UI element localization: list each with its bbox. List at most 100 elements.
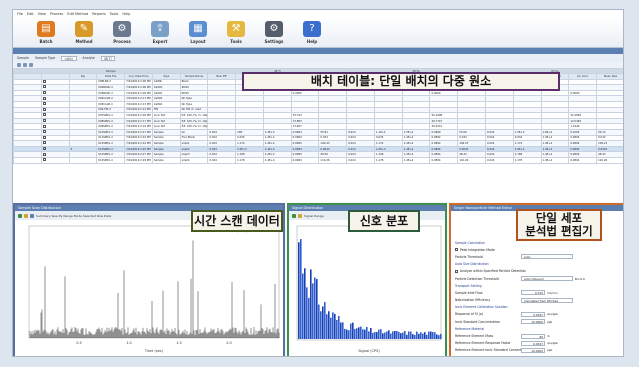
editor-row: Reference Material [451, 325, 623, 332]
editor-value-field[interactable]: 0.0347 [521, 340, 545, 346]
signal-bar [306, 287, 308, 339]
tools-icon: ⚒ [227, 21, 245, 37]
checkbox-icon[interactable] [42, 102, 46, 106]
signal-zoom-icon[interactable] [298, 213, 302, 218]
editor-row: Ionic Element Calibration Solution [451, 304, 623, 311]
table-cell: 015SMPL.d [96, 156, 126, 164]
row-checkbox[interactable] [40, 156, 70, 164]
time-scan-x-ticks: 0.5 1.0 1.5 2.0 [76, 341, 232, 345]
checkbox-icon[interactable] [42, 130, 46, 134]
checkbox-icon[interactable] [42, 113, 46, 117]
checkbox-icon[interactable] [42, 119, 46, 123]
time-scan-callout: 시간 스캔 데이터 [191, 210, 283, 232]
menu-item[interactable]: Edit [27, 12, 34, 16]
help-button[interactable]: ? Help [297, 18, 327, 44]
table-cell: 1.178 [235, 156, 264, 164]
time-scan-toolbar-text: Summary Specify Range Mode Selected Row … [36, 213, 112, 218]
table-cell: 0.0894 [429, 156, 459, 164]
checkbox-icon[interactable] [42, 152, 46, 156]
filter-icon[interactable] [23, 63, 27, 67]
menu-item[interactable]: File [17, 12, 23, 16]
range-icon[interactable] [30, 213, 34, 218]
signal-bar [422, 333, 424, 339]
editor-field-label: Ionic Standard Concentration [455, 319, 501, 324]
editor-field-label: Peak Integration Mode [460, 247, 495, 252]
checkbox-icon[interactable] [42, 91, 46, 95]
table-row[interactable]: 015SMPL.d 7/24/2019 2:29 PM Sample smpl4 0.0… [13, 156, 623, 164]
signal-bar [316, 279, 318, 339]
menu-item[interactable]: Help [122, 12, 130, 16]
editor-row: Sample Inlet Flow 0.315 mL/min [451, 289, 623, 296]
export-icon: ⇪ [151, 21, 169, 37]
signal-toolbar-text: Signal Range [304, 213, 324, 218]
refresh-icon[interactable] [17, 63, 21, 67]
signal-bar [314, 277, 316, 339]
editor-section-label: Transport Setting [455, 283, 482, 288]
signal-bar [394, 330, 396, 339]
batch-button[interactable]: ▤ Batch [31, 18, 61, 44]
menu-item[interactable]: Reports [92, 12, 105, 16]
editor-dropdown[interactable]: Auto [521, 254, 573, 260]
editor-checkbox[interactable] [455, 269, 458, 273]
editor-field-label: Nebulization Efficiency [455, 298, 491, 303]
editor-unit: cps/ppb [547, 312, 559, 317]
row-selector[interactable] [13, 156, 42, 164]
editor-value-field[interactable]: 60 [521, 333, 545, 339]
signal-bar [350, 323, 352, 339]
signal-bar [406, 334, 408, 339]
editor-value-field[interactable]: 0.0347 [521, 311, 545, 317]
signal-bar [390, 333, 392, 339]
checkbox-icon[interactable] [42, 80, 46, 83]
editor-value-field[interactable]: 10.0000 [521, 319, 545, 325]
table-cell: 0.024 [207, 156, 237, 164]
checkbox-icon[interactable] [42, 124, 46, 128]
signal-histogram: Signal (CPS) [296, 225, 442, 353]
method-icon: ✎ [75, 21, 93, 37]
sample-type-label: Sample Type [34, 56, 56, 60]
signal-play-icon[interactable] [292, 213, 296, 218]
signal-bar [300, 239, 302, 339]
checkbox-icon[interactable] [42, 135, 46, 139]
signal-bar [374, 331, 376, 339]
method-button[interactable]: ✎ Method [69, 18, 99, 44]
signal-bar [370, 327, 372, 339]
signal-bar [330, 317, 332, 339]
sort-icon[interactable] [29, 63, 33, 67]
ribbon-label: Process [113, 39, 131, 44]
process-button[interactable]: ⚙ Process [107, 18, 137, 44]
menu-item[interactable]: Process [50, 12, 63, 16]
signal-bar [332, 312, 334, 339]
analyte-select[interactable]: 48 Ti [100, 55, 115, 61]
editor-value-field[interactable]: 10.0000 [521, 347, 545, 353]
editor-unit: m [547, 334, 550, 339]
editor-dropdown[interactable]: Auto (Manual) [521, 276, 573, 282]
editor-value-field[interactable]: 0.315 [521, 290, 545, 296]
checkbox-icon[interactable] [42, 107, 46, 111]
checkbox-icon[interactable] [42, 96, 46, 100]
analyte-label: Analyte [82, 56, 95, 60]
editor-dropdown[interactable]: Calculated from RM Size [521, 297, 573, 303]
menu-item[interactable]: View [38, 12, 46, 16]
menu-item[interactable]: Tools [110, 12, 119, 16]
checkbox-icon[interactable] [42, 158, 46, 162]
ribbon-label: Export [152, 39, 168, 44]
signal-bar [358, 327, 360, 339]
export-button[interactable]: ⇪ Export [145, 18, 175, 44]
table-cell: 110.26 [318, 156, 348, 164]
layout-button[interactable]: ▦ Layout [183, 18, 213, 44]
checkbox-icon[interactable] [42, 147, 46, 151]
settings-button[interactable]: ⚙ Settings [259, 18, 289, 44]
sample-type-select[interactable]: <All> [61, 55, 77, 61]
zoom-icon[interactable] [24, 213, 28, 218]
checkbox-icon[interactable] [42, 85, 46, 89]
tools-button[interactable]: ⚒ Tools [221, 18, 251, 44]
signal-bar [352, 322, 354, 339]
signal-bar [368, 331, 370, 339]
table-cell: smpl4 [179, 156, 209, 164]
sample-filter-toolbar: Sample Sample Type <All> Analyte 48 Ti [13, 54, 623, 62]
editor-checkbox[interactable] [455, 248, 458, 252]
menu-item[interactable]: Edit Method [67, 12, 88, 16]
signal-bar [334, 313, 336, 339]
play-icon[interactable] [18, 213, 22, 218]
checkbox-icon[interactable] [42, 141, 46, 145]
